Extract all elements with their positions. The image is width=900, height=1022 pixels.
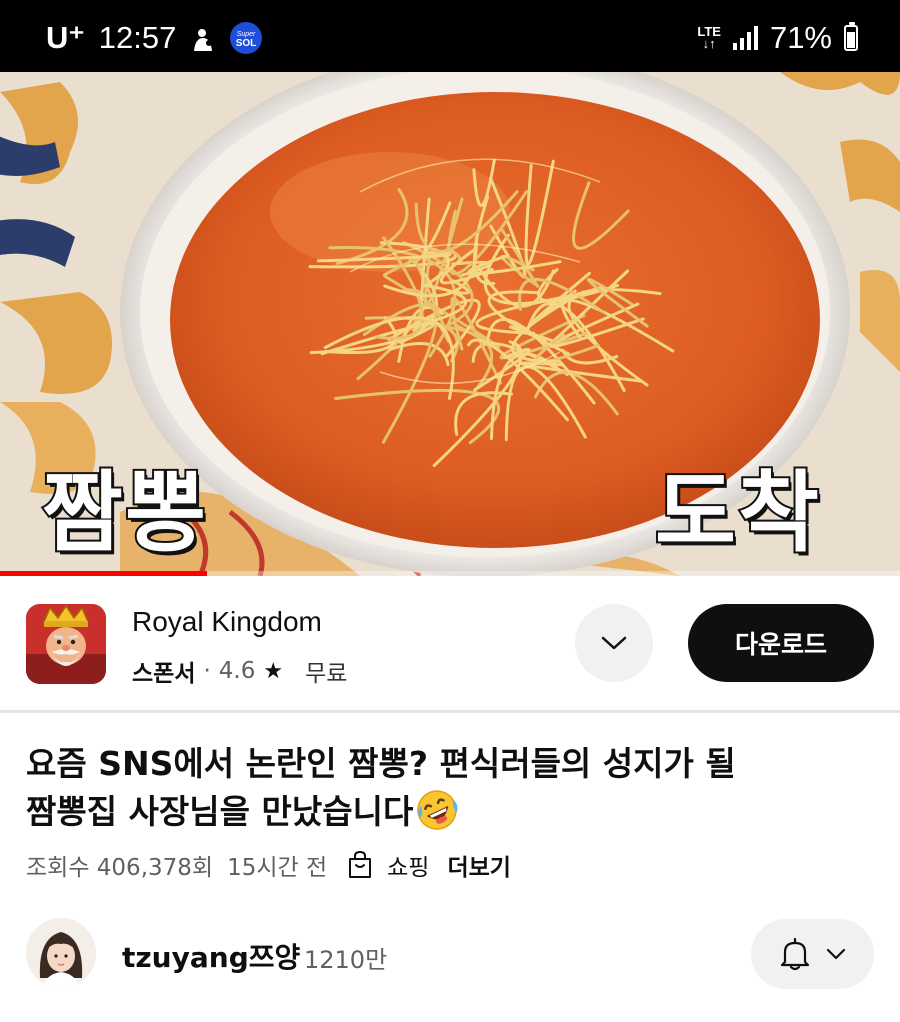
video-title[interactable]: 요즘 SNS에서 논란인 짬뽕? 편식러들의 성지가 될 짬뽕집 사장님을 만났… [26,740,876,836]
channel-avatar[interactable] [26,918,96,988]
subscriber-count: 1210만 [304,946,388,974]
meta-separator: · [203,658,211,684]
carrier-label: U⁺ [46,20,85,55]
svg-text:SOL: SOL [236,38,257,49]
ad-meta: 스폰서 · 4.6 ★ 무료 [132,654,347,688]
lte-icon: LTE ↓↑ [697,24,721,51]
view-count: 조회수 406,378회 [26,855,214,881]
svg-text:Super: Super [237,31,256,38]
video-meta-row: 조회수 406,378회 15시간 전 쇼핑 더보기 [26,848,511,882]
video-player[interactable]: 짬뽕 도착 [0,72,900,576]
video-title-line-1: 요즘 SNS에서 논란인 짬뽕? 편식러들의 성지가 될 [26,744,736,783]
shopping-link[interactable]: 쇼핑 [387,848,429,882]
more-link[interactable]: 더보기 [447,848,510,882]
app-rating: 4.6 [218,658,256,684]
bixby-figure-icon [190,25,216,51]
video-caption-left: 짬뽕 [40,459,208,566]
shopping-bag-icon[interactable] [347,850,373,880]
sponsor-label: 스폰서 [132,661,196,687]
signal-bars-icon [732,26,758,50]
channel-name[interactable]: tzuyang쯔양 [122,936,300,976]
battery-percent: 71% [769,20,832,55]
app-price: 무료 [305,661,348,687]
chevron-down-icon [826,948,845,960]
clock: 12:57 [98,20,177,55]
star-icon: ★ [263,658,284,684]
download-button[interactable]: 다운로드 [688,604,874,682]
ad-app-name[interactable]: Royal Kingdom [132,606,322,638]
battery-icon [844,22,858,51]
app-icon[interactable] [26,604,106,684]
bell-icon [780,937,809,971]
ad-expand-button[interactable] [575,604,653,682]
ad-banner[interactable]: Royal Kingdom 스폰서 · 4.6 ★ 무료 다운로드 [0,576,900,710]
section-divider [0,710,900,713]
supersol-app-icon: Super SOL [230,22,263,54]
video-caption-right: 도착 [653,459,821,566]
chevron-down-icon [601,636,627,650]
upload-age: 15시간 전 [227,855,328,881]
status-bar: U⁺ 12:57 Super SOL LTE ↓↑ 71% [0,0,900,72]
rolling-on-floor-laughing-emoji-icon [417,790,458,830]
video-title-line-2: 짬뽕집 사장님을 만났습니다 [26,788,876,836]
subscribe-notification-button[interactable] [751,919,874,989]
